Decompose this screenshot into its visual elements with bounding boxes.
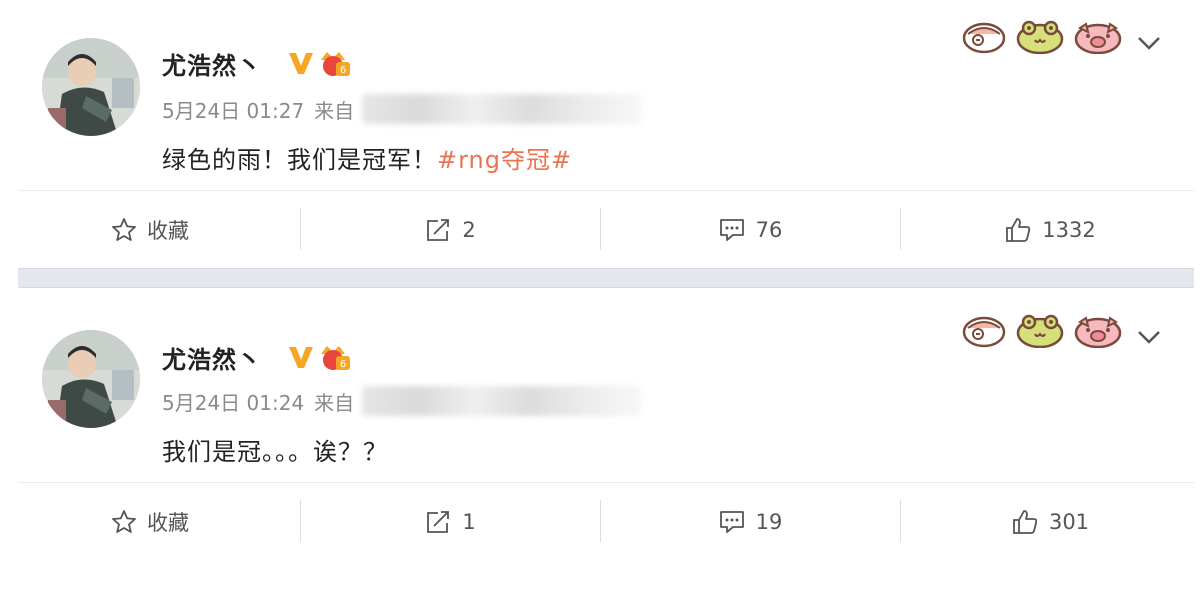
post-meta: 5月24日 01:27 来自 bbox=[162, 94, 643, 124]
frog-sticker-icon[interactable] bbox=[1016, 20, 1064, 58]
comment-button[interactable]: 19 bbox=[600, 498, 900, 546]
comment-icon bbox=[718, 509, 746, 535]
user-badges: 6 bbox=[286, 48, 352, 82]
repost-count: 1 bbox=[462, 510, 476, 534]
favorite-button[interactable]: 收藏 bbox=[0, 206, 300, 254]
post-time[interactable]: 5月24日 01:24 bbox=[162, 387, 304, 416]
favorite-label: 收藏 bbox=[147, 511, 189, 535]
user-badges: 6 bbox=[286, 342, 352, 376]
like-count: 301 bbox=[1048, 510, 1090, 534]
avatar[interactable] bbox=[42, 330, 140, 428]
star-icon bbox=[111, 509, 137, 535]
repost-button[interactable]: 1 bbox=[300, 498, 600, 546]
hashtag-link[interactable]: #rng夺冠# bbox=[437, 146, 572, 174]
pig-sticker-icon[interactable] bbox=[1074, 314, 1122, 352]
favorite-label: 收藏 bbox=[147, 219, 189, 243]
post-text: 绿色的雨！我们是冠军！ bbox=[162, 146, 437, 174]
sticker-group bbox=[962, 314, 1122, 352]
verified-v-icon[interactable] bbox=[286, 343, 316, 375]
svg-text:6: 6 bbox=[340, 359, 346, 370]
svg-text:6: 6 bbox=[340, 65, 346, 76]
divider bbox=[18, 190, 1194, 191]
feed-separator bbox=[18, 268, 1194, 288]
repost-button[interactable]: 2 bbox=[300, 206, 600, 254]
divider bbox=[18, 482, 1194, 483]
pig-sticker-icon[interactable] bbox=[1074, 20, 1122, 58]
username[interactable]: 尤浩然丶 bbox=[162, 340, 262, 375]
post-text: 我们是冠。。。诶？？ bbox=[162, 438, 388, 466]
blurred-source bbox=[362, 386, 643, 416]
action-bar: 收藏 2 76 1332 bbox=[0, 206, 1200, 254]
thumbs-up-icon bbox=[1004, 216, 1032, 244]
username[interactable]: 尤浩然丶 bbox=[162, 46, 262, 81]
post-content: 我们是冠。。。诶？？ bbox=[162, 432, 388, 467]
verified-v-icon[interactable] bbox=[286, 49, 316, 81]
vip-level-icon[interactable]: 6 bbox=[318, 48, 352, 82]
favorite-button[interactable]: 收藏 bbox=[0, 498, 300, 546]
comment-count: 19 bbox=[755, 510, 783, 534]
weibo-post: 尤浩然丶 6 5月24日 01:27 来自 绿色的雨！我们是冠军！#rng夺冠# bbox=[0, 0, 1200, 268]
face-sticker-icon[interactable] bbox=[962, 20, 1006, 58]
source-prefix: 来自 bbox=[314, 98, 355, 123]
face-sticker-icon[interactable] bbox=[962, 314, 1006, 352]
comment-count: 76 bbox=[755, 218, 783, 242]
thumbs-up-icon bbox=[1011, 508, 1039, 536]
action-bar: 收藏 1 19 301 bbox=[0, 498, 1200, 546]
comment-icon bbox=[718, 217, 746, 243]
chevron-down-icon[interactable] bbox=[1136, 34, 1162, 56]
post-meta: 5月24日 01:24 来自 bbox=[162, 386, 643, 416]
star-icon bbox=[111, 217, 137, 243]
frog-sticker-icon[interactable] bbox=[1016, 314, 1064, 352]
weibo-post: 尤浩然丶 6 5月24日 01:24 来自 我们是冠。。。诶？？ 收藏 1 19… bbox=[0, 288, 1200, 598]
like-button[interactable]: 301 bbox=[900, 498, 1200, 546]
post-content: 绿色的雨！我们是冠军！#rng夺冠# bbox=[162, 140, 572, 175]
comment-button[interactable]: 76 bbox=[600, 206, 900, 254]
avatar[interactable] bbox=[42, 38, 140, 136]
chevron-down-icon[interactable] bbox=[1136, 328, 1162, 350]
repost-icon bbox=[424, 509, 452, 535]
repost-count: 2 bbox=[462, 218, 476, 242]
vip-level-icon[interactable]: 6 bbox=[318, 342, 352, 376]
post-time[interactable]: 5月24日 01:27 bbox=[162, 95, 304, 124]
like-button[interactable]: 1332 bbox=[900, 206, 1200, 254]
sticker-group bbox=[962, 20, 1122, 58]
blurred-source bbox=[362, 94, 643, 124]
source-prefix: 来自 bbox=[314, 390, 355, 415]
like-count: 1332 bbox=[1042, 218, 1096, 242]
repost-icon bbox=[424, 217, 452, 243]
